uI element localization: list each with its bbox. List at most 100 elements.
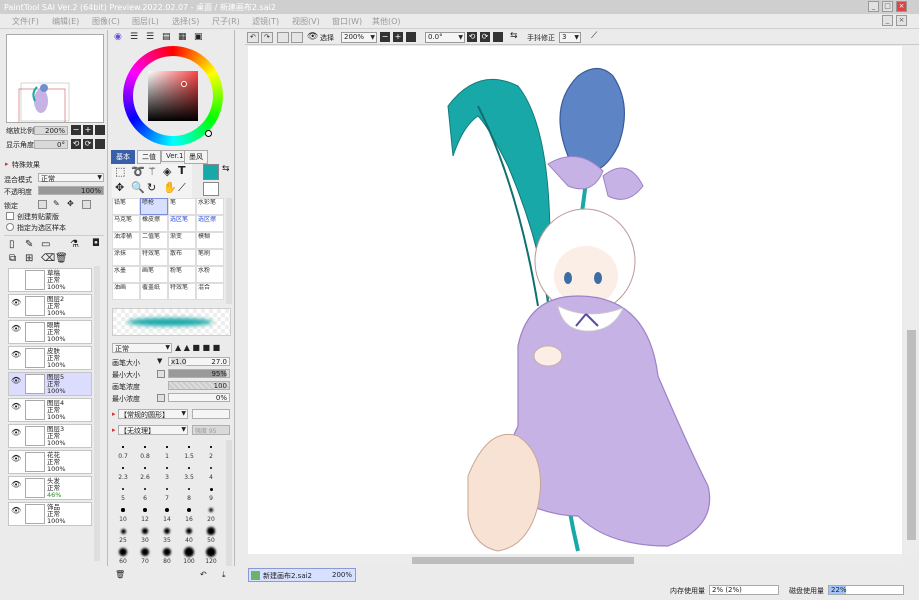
layer-row[interactable]: 👁 图层3 正常 100%: [8, 424, 92, 448]
tool-item[interactable]: 油漆桶: [112, 232, 140, 249]
delete-layer-icon[interactable]: 🗑: [55, 253, 68, 264]
rgb-slider-tab-icon[interactable]: ☰: [130, 32, 138, 42]
layer-row[interactable]: 👁 图层4 正常 100%: [8, 398, 92, 422]
blend-mode-select[interactable]: 正常 ▼: [38, 173, 104, 183]
status-undo-icon[interactable]: ↶: [200, 570, 207, 579]
menu-image[interactable]: 图像(C): [92, 16, 120, 27]
tip-square-icon[interactable]: ■: [213, 343, 221, 352]
horizontal-scroll-thumb[interactable]: [412, 557, 634, 564]
tool-item[interactable]: 水彩笔: [196, 198, 224, 215]
brush-size-preset[interactable]: 0.7: [112, 440, 134, 461]
eye-icon[interactable]: 👁: [11, 298, 21, 307]
eye-icon[interactable]: 👁: [11, 376, 21, 385]
zoom-field[interactable]: 200%: [34, 126, 68, 135]
new-folder-icon[interactable]: ▭: [41, 239, 50, 250]
swatches-tab-icon[interactable]: ▤: [162, 32, 171, 42]
lock-transparency-checkbox[interactable]: [38, 200, 47, 209]
brush-size-preset[interactable]: 5: [112, 482, 134, 503]
brush-size-preset[interactable]: 16: [178, 503, 200, 524]
canvas-rotate-reset-button[interactable]: [493, 32, 503, 42]
color-history-tab-icon[interactable]: ▣: [194, 32, 203, 42]
menu-view[interactable]: 视图(V): [292, 16, 320, 27]
brush-size-preset[interactable]: 25: [112, 524, 134, 545]
brush-size-preset[interactable]: 12: [134, 503, 156, 524]
brush-size-preset[interactable]: 20: [200, 503, 222, 524]
navigator-preview[interactable]: [6, 34, 104, 124]
menu-filter[interactable]: 滤镜(T): [252, 16, 279, 27]
invert-selection-button[interactable]: [291, 32, 303, 43]
eye-icon[interactable]: 👁: [11, 506, 21, 515]
redo-button[interactable]: ↷: [261, 32, 273, 43]
merge-down-icon[interactable]: ⊞: [25, 253, 33, 264]
flip-horizontal-icon[interactable]: ⇆: [510, 31, 518, 41]
zoom-out-button[interactable]: −: [71, 125, 81, 135]
brush-size-preset[interactable]: 50: [200, 524, 222, 545]
effects-icon[interactable]: ⚗: [70, 239, 79, 250]
brush-size-preset[interactable]: 14: [156, 503, 178, 524]
effects-label[interactable]: 特殊效果: [12, 160, 40, 170]
layer-row[interactable]: 👁 图层5 正常 100%: [8, 372, 92, 396]
tool-tab-basic[interactable]: 基本: [111, 150, 135, 164]
angle-field[interactable]: 0°: [34, 140, 68, 149]
brush-size-preset[interactable]: 3: [156, 461, 178, 482]
eye-icon[interactable]: 👁: [11, 454, 21, 463]
close-button[interactable]: ×: [896, 1, 907, 12]
min-size-slider[interactable]: 95%: [168, 369, 230, 378]
tip-round-icon[interactable]: ■: [192, 343, 200, 352]
menu-file[interactable]: 文件(F): [12, 16, 39, 27]
lock-all-checkbox[interactable]: [82, 200, 91, 209]
zoom-in-button[interactable]: +: [83, 125, 93, 135]
new-vector-layer-icon[interactable]: ✎: [25, 239, 33, 250]
shape-expand-icon[interactable]: ▸: [112, 410, 116, 418]
menu-layer[interactable]: 图层(L): [132, 16, 159, 27]
canvas-horizontal-scrollbar[interactable]: [248, 555, 902, 566]
tool-tab-ink[interactable]: 墨风: [184, 150, 208, 164]
color-wheel-tab-icon[interactable]: ◉: [114, 32, 122, 42]
brush-size-preset[interactable]: 4: [200, 461, 222, 482]
brush-size-preset[interactable]: 6: [134, 482, 156, 503]
tool-item[interactable]: 喷枪: [140, 198, 168, 215]
vertical-scroll-thumb[interactable]: [907, 330, 916, 540]
move-icon[interactable]: ✥: [115, 181, 124, 194]
density-slider[interactable]: 100: [168, 381, 230, 390]
rotate-ccw-button[interactable]: ⟲: [71, 139, 81, 149]
rotate-tool-icon[interactable]: ↻: [147, 181, 156, 194]
brush-size-preset[interactable]: 60: [112, 545, 134, 566]
layer-row[interactable]: 👁 眼睛 正常 100%: [8, 320, 92, 344]
canvas-zoom-select[interactable]: 200% ▼: [341, 32, 377, 43]
layer-scrollbar[interactable]: [94, 266, 100, 561]
selection-source-radio[interactable]: [6, 223, 14, 231]
layer-row[interactable]: 👁 皮肤 正常 100%: [8, 346, 92, 370]
hue-marker[interactable]: [205, 130, 212, 137]
canvas-vertical-scrollbar[interactable]: [904, 46, 919, 554]
rotate-reset-button[interactable]: [95, 139, 105, 149]
status-export-icon[interactable]: ⤓: [222, 570, 226, 580]
canvas-angle-select[interactable]: 0.0° ▼: [425, 32, 465, 43]
canvas-rotate-cw-button[interactable]: ⟳: [480, 32, 490, 42]
tool-item[interactable]: 涂抹: [112, 249, 140, 266]
canvas-zoom-reset-button[interactable]: [406, 32, 416, 42]
brush-size-preset[interactable]: 7: [156, 482, 178, 503]
minimize-button[interactable]: _: [868, 1, 879, 12]
move-lock-icon[interactable]: ✥: [67, 199, 74, 208]
text-tool-icon[interactable]: T: [178, 164, 186, 177]
brush-size-preset[interactable]: 2: [200, 440, 222, 461]
canvas-rotate-ccw-button[interactable]: ⟲: [467, 32, 477, 42]
menu-select[interactable]: 选择(S): [172, 16, 199, 27]
scratchpad-tab-icon[interactable]: ▦: [178, 32, 187, 42]
clear-layer-icon[interactable]: ⌫: [41, 253, 55, 264]
min-density-slider[interactable]: 0%: [168, 393, 230, 402]
menu-edit[interactable]: 编辑(E): [52, 16, 79, 27]
magic-wand-icon[interactable]: ⚚: [147, 165, 157, 178]
copy-layer-icon[interactable]: ⧉: [9, 253, 16, 264]
tool-item[interactable]: 模糊: [196, 232, 224, 249]
canvas-zoom-in-button[interactable]: +: [393, 32, 403, 42]
document-tab[interactable]: 新建画布2.sai2 200%: [248, 568, 356, 582]
tip-triangle-icon[interactable]: ▲: [175, 343, 181, 352]
brush-texture-select[interactable]: 【无纹理】 ▼: [118, 425, 188, 435]
texture-strength-field[interactable]: 强度 95: [192, 425, 230, 435]
min-density-pressure-toggle[interactable]: [157, 394, 165, 402]
tool-item[interactable]: 粉笔: [168, 266, 196, 283]
mask-icon[interactable]: ◘: [92, 238, 100, 249]
tool-item[interactable]: 橡皮擦: [140, 215, 168, 232]
